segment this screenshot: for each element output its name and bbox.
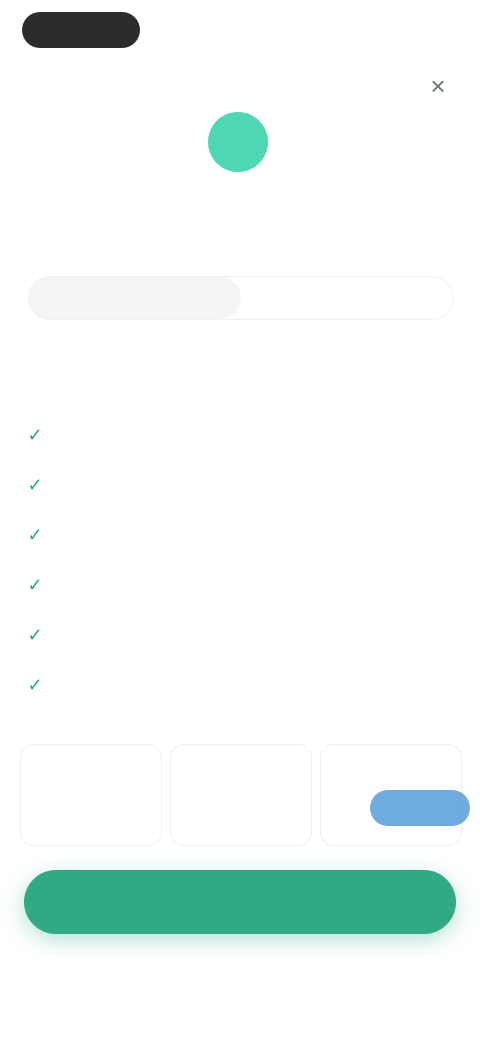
feature-item: ✓ <box>24 560 456 610</box>
feature-item: ✓ <box>24 410 456 460</box>
plan-tab-2[interactable] <box>241 277 453 319</box>
check-icon: ✓ <box>27 624 43 645</box>
app-logo <box>208 112 268 172</box>
price-card-2[interactable] <box>170 744 312 846</box>
check-icon: ✓ <box>27 424 43 445</box>
check-icon: ✓ <box>27 574 43 595</box>
pricing-options <box>20 736 470 856</box>
discount-badge <box>370 790 470 826</box>
plan-tab-1[interactable] <box>29 277 241 319</box>
feature-item: ✓ <box>24 660 456 710</box>
check-icon: ✓ <box>27 474 43 495</box>
subscribe-button[interactable] <box>24 870 456 934</box>
feature-item: ✓ <box>24 610 456 660</box>
feature-item: ✓ <box>24 510 456 560</box>
close-button[interactable]: × <box>420 68 456 104</box>
check-icon: ✓ <box>27 674 43 695</box>
check-icon: ✓ <box>27 524 43 545</box>
close-icon: × <box>430 70 446 101</box>
feature-item: ✓ <box>24 460 456 510</box>
price-card-1[interactable] <box>20 744 162 846</box>
status-bar-pill <box>22 12 140 48</box>
feature-list: ✓ ✓ ✓ ✓ ✓ ✓ <box>24 410 456 710</box>
plan-tabs <box>28 276 454 320</box>
